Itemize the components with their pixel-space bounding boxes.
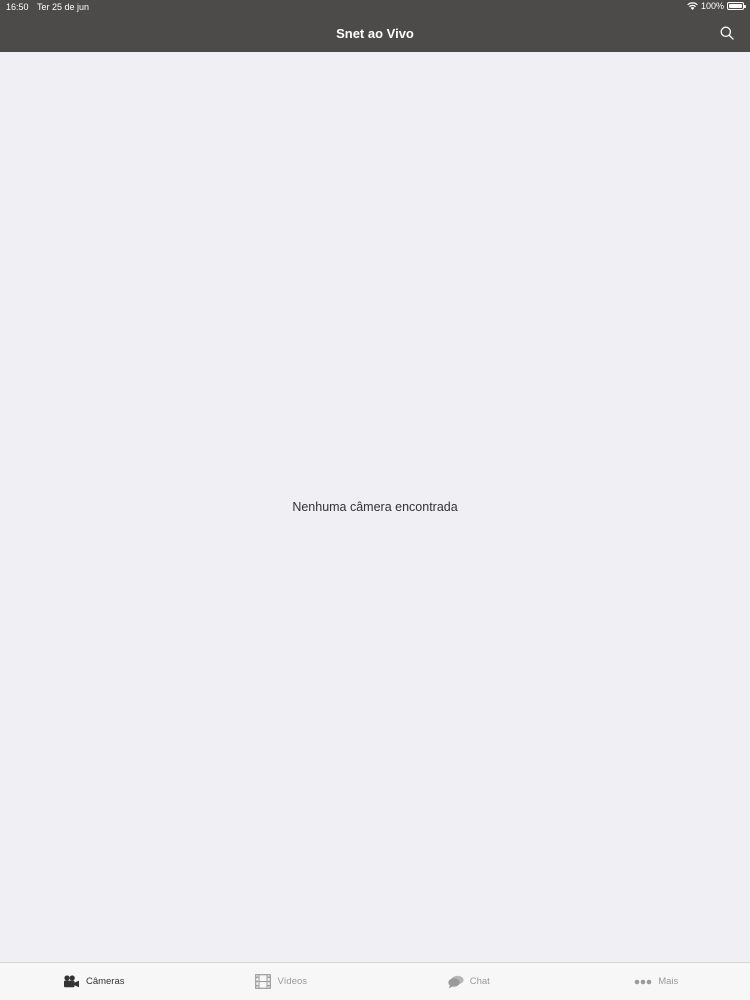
- tab-bar: Câmeras Vídeos Chat Mais: [0, 962, 750, 1000]
- search-icon: [720, 26, 734, 40]
- status-time: 16:50: [6, 2, 29, 12]
- status-right: 100%: [687, 1, 746, 11]
- video-camera-icon: [63, 975, 79, 988]
- status-bar: 16:50 Ter 25 de jun 100%: [0, 0, 750, 14]
- tab-cameras[interactable]: Câmeras: [0, 963, 188, 1000]
- film-icon: [255, 974, 272, 989]
- tab-chat[interactable]: Chat: [375, 963, 563, 1000]
- top-bar: 16:50 Ter 25 de jun 100% Snet ao Vivo: [0, 0, 750, 52]
- tab-label: Vídeos: [277, 976, 308, 987]
- camera-list-area: Nenhuma câmera encontrada: [0, 52, 750, 962]
- wifi-icon: [687, 2, 698, 10]
- tab-more[interactable]: Mais: [563, 963, 750, 1000]
- tab-label: Mais: [658, 976, 679, 987]
- status-date: Ter 25 de jun: [37, 2, 90, 12]
- empty-state-message: Nenhuma câmera encontrada: [292, 500, 458, 514]
- tab-label: Chat: [469, 976, 490, 987]
- search-button[interactable]: [716, 22, 738, 44]
- battery-icon: [727, 2, 746, 10]
- chat-bubbles-icon: [448, 975, 464, 988]
- more-dots-icon: [634, 979, 652, 984]
- battery-fill: [729, 4, 742, 8]
- tab-videos[interactable]: Vídeos: [188, 963, 376, 1000]
- tab-label: Câmeras: [85, 976, 125, 987]
- battery-percent: 100%: [700, 1, 724, 11]
- page-title: Snet ao Vivo: [336, 26, 414, 41]
